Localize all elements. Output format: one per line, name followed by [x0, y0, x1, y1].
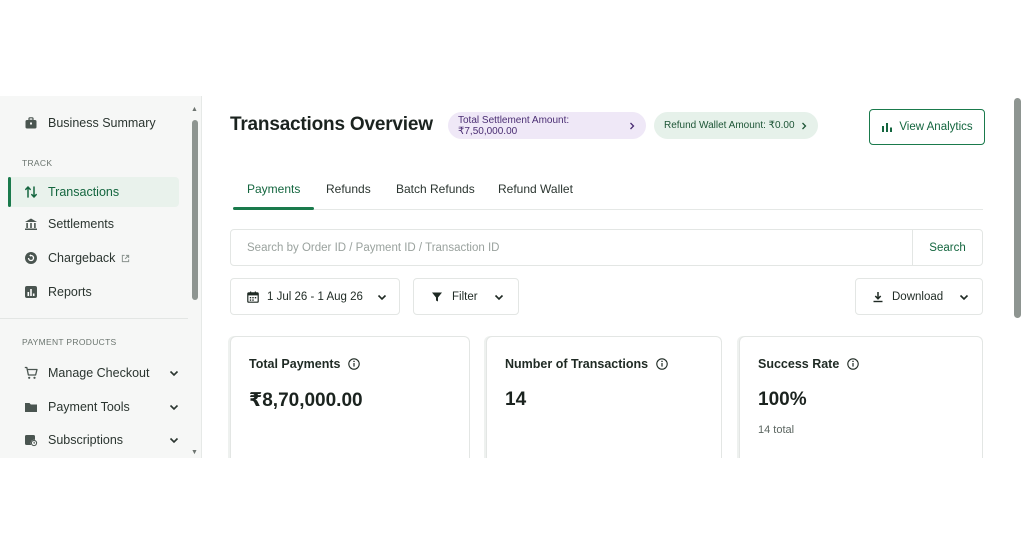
- tab-refunds[interactable]: Refunds: [326, 174, 371, 209]
- chevron-down-icon: [169, 402, 179, 412]
- scroll-up-arrow-icon[interactable]: ▲: [191, 106, 198, 113]
- sidebar-item-reports[interactable]: Reports: [8, 277, 179, 307]
- settlement-amount-text: Total Settlement Amount: ₹7,50,000.00: [458, 114, 570, 137]
- card-value: 100%: [758, 389, 807, 410]
- tab-bar: Payments Refunds Batch Refunds Refund Wa…: [232, 174, 983, 210]
- bar-chart-icon: [881, 121, 893, 133]
- card-title-text: Success Rate: [758, 357, 840, 371]
- sidebar-item-label: Reports: [48, 285, 92, 299]
- report-chart-icon: [24, 285, 38, 299]
- sidebar-item-label: Subscriptions: [48, 433, 124, 447]
- bank-icon: [24, 217, 38, 231]
- calendar-icon: [247, 291, 259, 303]
- chevron-right-icon: [800, 122, 808, 130]
- page-title: Transactions Overview: [230, 114, 433, 135]
- card-title-text: Number of Transactions: [505, 357, 649, 371]
- sidebar-item-settlements[interactable]: Settlements: [8, 209, 179, 239]
- info-icon[interactable]: [348, 358, 361, 370]
- sidebar-item-payment-tools[interactable]: Payment Tools: [8, 392, 179, 422]
- settlement-amount-pill[interactable]: Total Settlement Amount: ₹7,50,000.00: [448, 112, 646, 139]
- sidebar: Business Summary TRACK Transactions Sett…: [0, 96, 202, 458]
- refund-wallet-text: Refund Wallet Amount: ₹0.00: [664, 120, 795, 131]
- cart-icon: [24, 366, 38, 380]
- main-scrollbar[interactable]: [1014, 96, 1024, 458]
- sidebar-item-chargeback[interactable]: Chargeback: [8, 243, 179, 273]
- chevron-down-icon: [377, 292, 387, 302]
- card-title: Total Payments: [249, 357, 361, 371]
- view-analytics-label: View Analytics: [899, 121, 973, 133]
- search-button[interactable]: Search: [912, 230, 982, 265]
- sidebar-scrollbar[interactable]: ▲ ▼: [191, 106, 199, 456]
- sidebar-item-label: Business Summary: [48, 116, 156, 130]
- refund-wallet-pill[interactable]: Refund Wallet Amount: ₹0.00: [654, 112, 818, 139]
- number-of-transactions-card: Number of Transactions 14: [486, 336, 722, 458]
- download-button[interactable]: Download: [855, 278, 983, 315]
- card-title: Success Rate: [758, 357, 860, 371]
- scroll-down-arrow-icon[interactable]: ▼: [191, 449, 198, 456]
- tab-batch-refunds[interactable]: Batch Refunds: [396, 174, 475, 209]
- sidebar-item-label: Transactions: [48, 185, 120, 199]
- main-content: Transactions Overview Total Settlement A…: [202, 96, 1024, 458]
- folder-icon: [24, 400, 38, 414]
- chevron-down-icon: [494, 292, 504, 302]
- external-link-icon: [121, 254, 130, 263]
- sidebar-divider: [0, 318, 188, 319]
- info-icon[interactable]: [656, 358, 668, 370]
- section-track: TRACK: [22, 158, 53, 168]
- sidebar-item-label: Payment Tools: [48, 400, 130, 414]
- info-icon[interactable]: [847, 358, 860, 370]
- section-payment-products: PAYMENT PRODUCTS: [22, 337, 117, 347]
- chevron-down-icon: [169, 435, 179, 445]
- calendar-clock-icon: [24, 433, 38, 447]
- chevron-down-icon: [959, 292, 969, 302]
- filter-funnel-icon: [431, 291, 443, 303]
- card-value: 14: [505, 389, 527, 410]
- tab-payments[interactable]: Payments: [232, 174, 315, 210]
- date-range-picker[interactable]: 1 Jul 26 - 1 Aug 26: [230, 278, 400, 315]
- filter-button[interactable]: Filter: [413, 278, 519, 315]
- arrows-up-down-icon: [24, 185, 38, 199]
- sidebar-item-label: Manage Checkout: [48, 366, 150, 380]
- card-title: Number of Transactions: [505, 357, 668, 371]
- date-range-value: 1 Jul 26 - 1 Aug 26: [267, 290, 363, 303]
- sidebar-item-label: Settlements: [48, 217, 115, 231]
- sidebar-scrollbar-thumb[interactable]: [192, 120, 198, 300]
- card-subtext: 14 total: [758, 424, 795, 436]
- sidebar-item-business-summary[interactable]: Business Summary: [8, 108, 179, 138]
- search-bar: Search: [230, 229, 983, 266]
- app-window: Business Summary TRACK Transactions Sett…: [0, 96, 1024, 458]
- card-value: ₹8,70,000.00: [249, 390, 363, 411]
- chevron-right-icon: [628, 122, 636, 130]
- chevron-down-icon: [169, 368, 179, 378]
- sidebar-item-manage-checkout[interactable]: Manage Checkout: [8, 358, 179, 388]
- tab-refund-wallet[interactable]: Refund Wallet: [498, 174, 573, 209]
- sidebar-item-transactions[interactable]: Transactions: [8, 177, 179, 207]
- sidebar-item-label: Chargeback: [48, 251, 116, 265]
- success-rate-card: Success Rate 100% 14 total: [739, 336, 983, 458]
- download-label: Download: [892, 290, 944, 303]
- sidebar-item-subscriptions[interactable]: Subscriptions: [8, 425, 179, 455]
- briefcase-icon: [24, 116, 38, 130]
- view-analytics-button[interactable]: View Analytics: [869, 109, 985, 145]
- search-input[interactable]: [231, 230, 914, 265]
- chargeback-icon: [24, 251, 38, 265]
- card-title-text: Total Payments: [249, 357, 341, 371]
- filter-label: Filter: [452, 290, 478, 303]
- download-icon: [872, 291, 884, 303]
- total-payments-card: Total Payments ₹8,70,000.00: [230, 336, 470, 458]
- main-scrollbar-thumb[interactable]: [1014, 98, 1021, 318]
